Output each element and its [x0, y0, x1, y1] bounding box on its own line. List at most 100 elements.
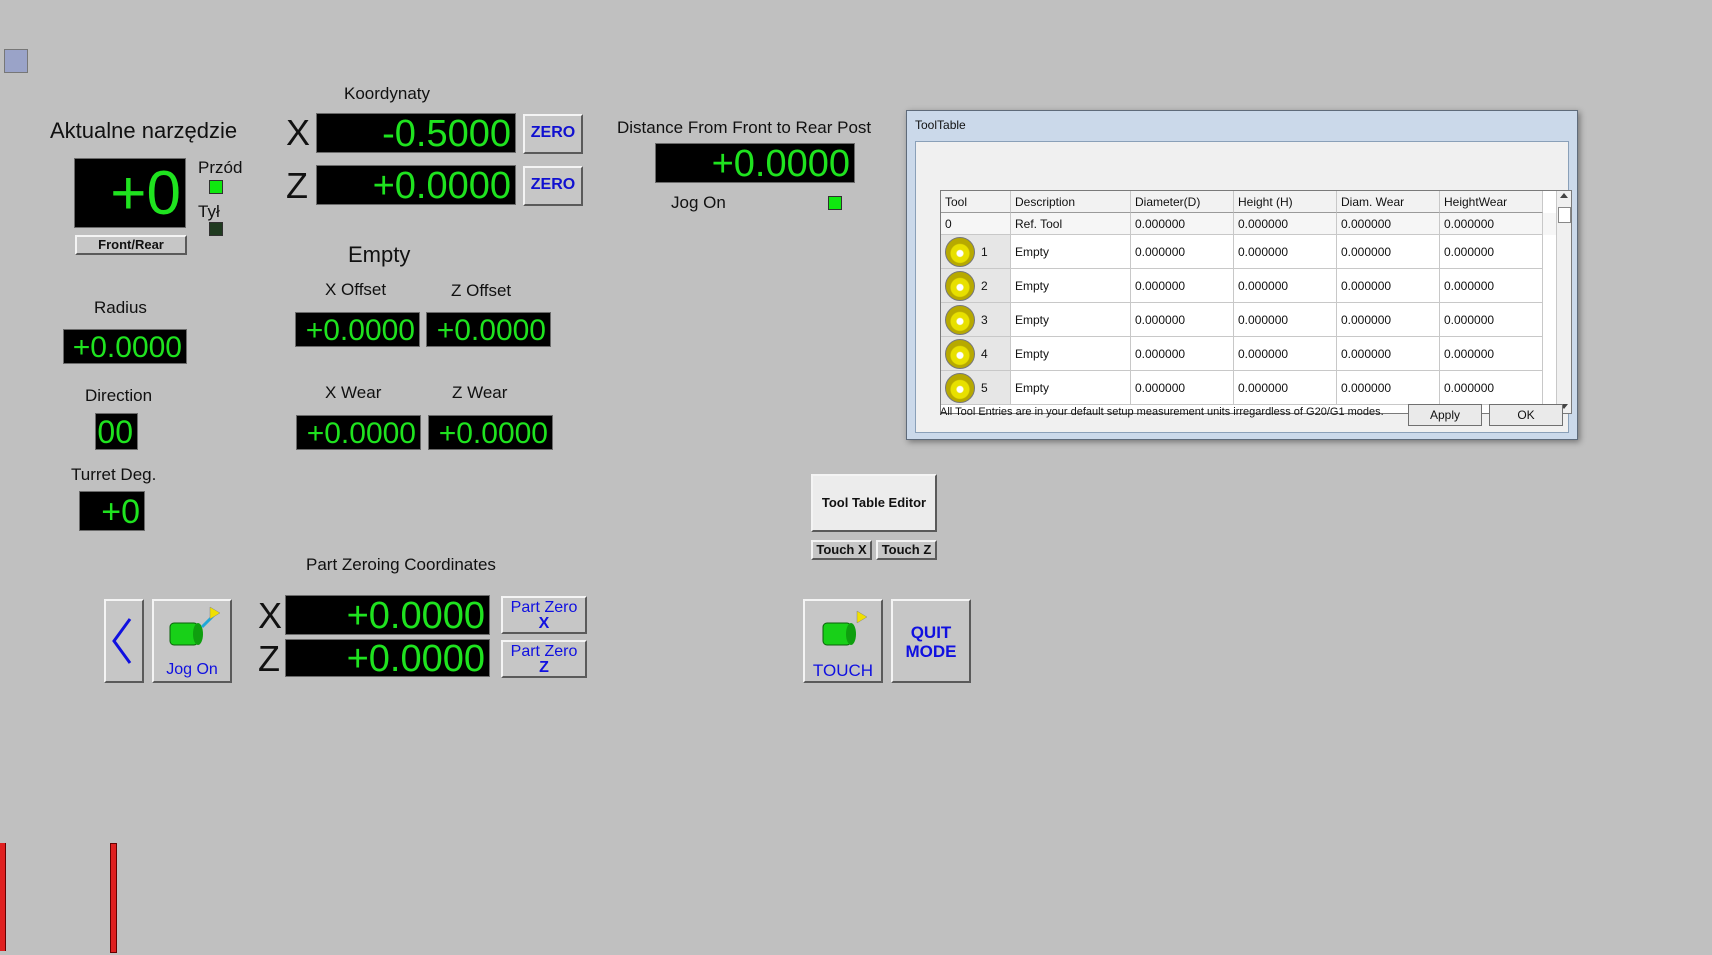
tool-number: 5: [981, 381, 988, 395]
jog-on-button[interactable]: Jog On: [152, 599, 232, 683]
cell-description[interactable]: Empty: [1011, 337, 1131, 371]
cell-height-wear[interactable]: 0.000000: [1440, 213, 1543, 235]
tool-insert-icon: [945, 373, 975, 403]
x-wear-display: +0.0000: [296, 415, 421, 450]
cell-tool[interactable]: 5: [941, 371, 1011, 405]
cell-tool[interactable]: 4: [941, 337, 1011, 371]
z-coord-display: +0.0000: [316, 165, 516, 205]
part-z-display: +0.0000: [285, 639, 490, 677]
cell-description[interactable]: Empty: [1011, 235, 1131, 269]
cell-height[interactable]: 0.000000: [1234, 337, 1337, 371]
part-zero-z-button[interactable]: Part Zero Z: [501, 640, 587, 678]
tool-insert-icon: [945, 305, 975, 335]
cell-tool[interactable]: 3: [941, 303, 1011, 337]
apply-button[interactable]: Apply: [1408, 404, 1482, 426]
cell-diameter[interactable]: 0.000000: [1131, 371, 1234, 405]
cell-diameter[interactable]: 0.000000: [1131, 213, 1234, 235]
tool-table-grid[interactable]: Tool Description Diameter(D) Height (H) …: [940, 190, 1572, 414]
cell-height-wear[interactable]: 0.000000: [1440, 371, 1543, 405]
z-axis-label: Z: [286, 165, 308, 206]
front-label: Przód: [198, 158, 243, 177]
cell-description[interactable]: Empty: [1011, 269, 1131, 303]
x-offset-label: X Offset: [325, 280, 387, 299]
table-row[interactable]: 5 Empty 0.000000 0.000000 0.000000 0.000…: [941, 371, 1557, 405]
zero-z-button[interactable]: ZERO: [523, 166, 583, 206]
cell-description[interactable]: Ref. Tool: [1011, 213, 1131, 235]
cell-tool[interactable]: 1: [941, 235, 1011, 269]
cell-diam-wear[interactable]: 0.000000: [1337, 303, 1440, 337]
table-scrollbar[interactable]: [1556, 191, 1571, 413]
table-row[interactable]: 1 Empty 0.000000 0.000000 0.000000 0.000…: [941, 235, 1557, 269]
col-description[interactable]: Description: [1011, 191, 1131, 213]
touch-button[interactable]: TOUCH: [803, 599, 883, 683]
cell-height[interactable]: 0.000000: [1234, 213, 1337, 235]
col-height[interactable]: Height (H): [1234, 191, 1337, 213]
zero-x-button[interactable]: ZERO: [523, 114, 583, 154]
cell-height[interactable]: 0.000000: [1234, 235, 1337, 269]
scroll-up-arrow-icon[interactable]: [1560, 193, 1568, 198]
part-x-axis-label: X: [258, 595, 283, 636]
jog-on-label: Jog On: [671, 193, 726, 212]
table-row[interactable]: 3 Empty 0.000000 0.000000 0.000000 0.000…: [941, 303, 1557, 337]
quit-mode-button[interactable]: QUIT MODE: [891, 599, 971, 683]
dialog-content: Tool Description Diameter(D) Height (H) …: [915, 141, 1572, 433]
table-row-ref[interactable]: 0 Ref. Tool 0.000000 0.000000 0.000000 0…: [941, 213, 1557, 235]
tool-number-display: +0: [74, 158, 186, 228]
table-row[interactable]: 4 Empty 0.000000 0.000000 0.000000 0.000…: [941, 337, 1557, 371]
dialog-title: ToolTable: [915, 118, 966, 132]
cell-height-wear[interactable]: 0.000000: [1440, 269, 1543, 303]
cell-diam-wear[interactable]: 0.000000: [1337, 337, 1440, 371]
cell-diameter[interactable]: 0.000000: [1131, 235, 1234, 269]
cell-diameter[interactable]: 0.000000: [1131, 303, 1234, 337]
front-rear-button[interactable]: Front/Rear: [75, 235, 187, 255]
touch-x-button[interactable]: Touch X: [811, 540, 872, 560]
cell-description[interactable]: Empty: [1011, 371, 1131, 405]
part-z-axis-label: Z: [258, 638, 280, 679]
cell-tool[interactable]: 0: [941, 213, 1011, 235]
col-tool[interactable]: Tool: [941, 191, 1011, 213]
quit-label: QUIT: [910, 623, 952, 642]
tool-table-editor-button[interactable]: Tool Table Editor: [811, 474, 937, 532]
cell-diam-wear[interactable]: 0.000000: [1337, 235, 1440, 269]
tool-insert-icon: [945, 339, 975, 369]
cell-height[interactable]: 0.000000: [1234, 371, 1337, 405]
cell-tool[interactable]: 2: [941, 269, 1011, 303]
touch-button-label: TOUCH: [812, 661, 874, 680]
cell-diameter[interactable]: 0.000000: [1131, 269, 1234, 303]
rear-led: [209, 222, 223, 236]
app-icon[interactable]: [4, 49, 28, 73]
part-zero-z-axis: Z: [539, 659, 549, 676]
cell-diam-wear[interactable]: 0.000000: [1337, 213, 1440, 235]
ok-button[interactable]: OK: [1489, 404, 1563, 426]
cell-height-wear[interactable]: 0.000000: [1440, 235, 1543, 269]
jog-on-button-label: Jog On: [166, 661, 218, 678]
coords-label: Koordynaty: [344, 84, 430, 103]
turret-deg-label: Turret Deg.: [71, 465, 157, 484]
col-height-wear[interactable]: HeightWear: [1440, 191, 1543, 213]
cell-diam-wear[interactable]: 0.000000: [1337, 269, 1440, 303]
touch-z-button[interactable]: Touch Z: [876, 540, 937, 560]
cell-height[interactable]: 0.000000: [1234, 303, 1337, 337]
tool-insert-icon: [945, 271, 975, 301]
part-zero-x-axis: X: [538, 615, 550, 632]
cell-height-wear[interactable]: 0.000000: [1440, 303, 1543, 337]
jog-tool-icon: [169, 606, 221, 646]
part-zero-x-button[interactable]: Part Zero X: [501, 596, 587, 634]
tool-number: 2: [981, 279, 988, 293]
cell-height[interactable]: 0.000000: [1234, 269, 1337, 303]
rear-label: Tył: [198, 202, 220, 221]
tool-insert-icon: [945, 237, 975, 267]
col-diameter[interactable]: Diameter(D): [1131, 191, 1234, 213]
cell-description[interactable]: Empty: [1011, 303, 1131, 337]
cell-diameter[interactable]: 0.000000: [1131, 337, 1234, 371]
back-button[interactable]: [104, 599, 144, 683]
part-zero-x-label: Part Zero: [510, 599, 578, 616]
z-wear-label: Z Wear: [452, 383, 508, 402]
table-row[interactable]: 2 Empty 0.000000 0.000000 0.000000 0.000…: [941, 269, 1557, 303]
z-offset-display: +0.0000: [426, 312, 551, 347]
tool-number: 3: [981, 313, 988, 327]
cell-height-wear[interactable]: 0.000000: [1440, 337, 1543, 371]
col-diam-wear[interactable]: Diam. Wear: [1337, 191, 1440, 213]
scroll-thumb[interactable]: [1558, 207, 1571, 223]
cell-diam-wear[interactable]: 0.000000: [1337, 371, 1440, 405]
